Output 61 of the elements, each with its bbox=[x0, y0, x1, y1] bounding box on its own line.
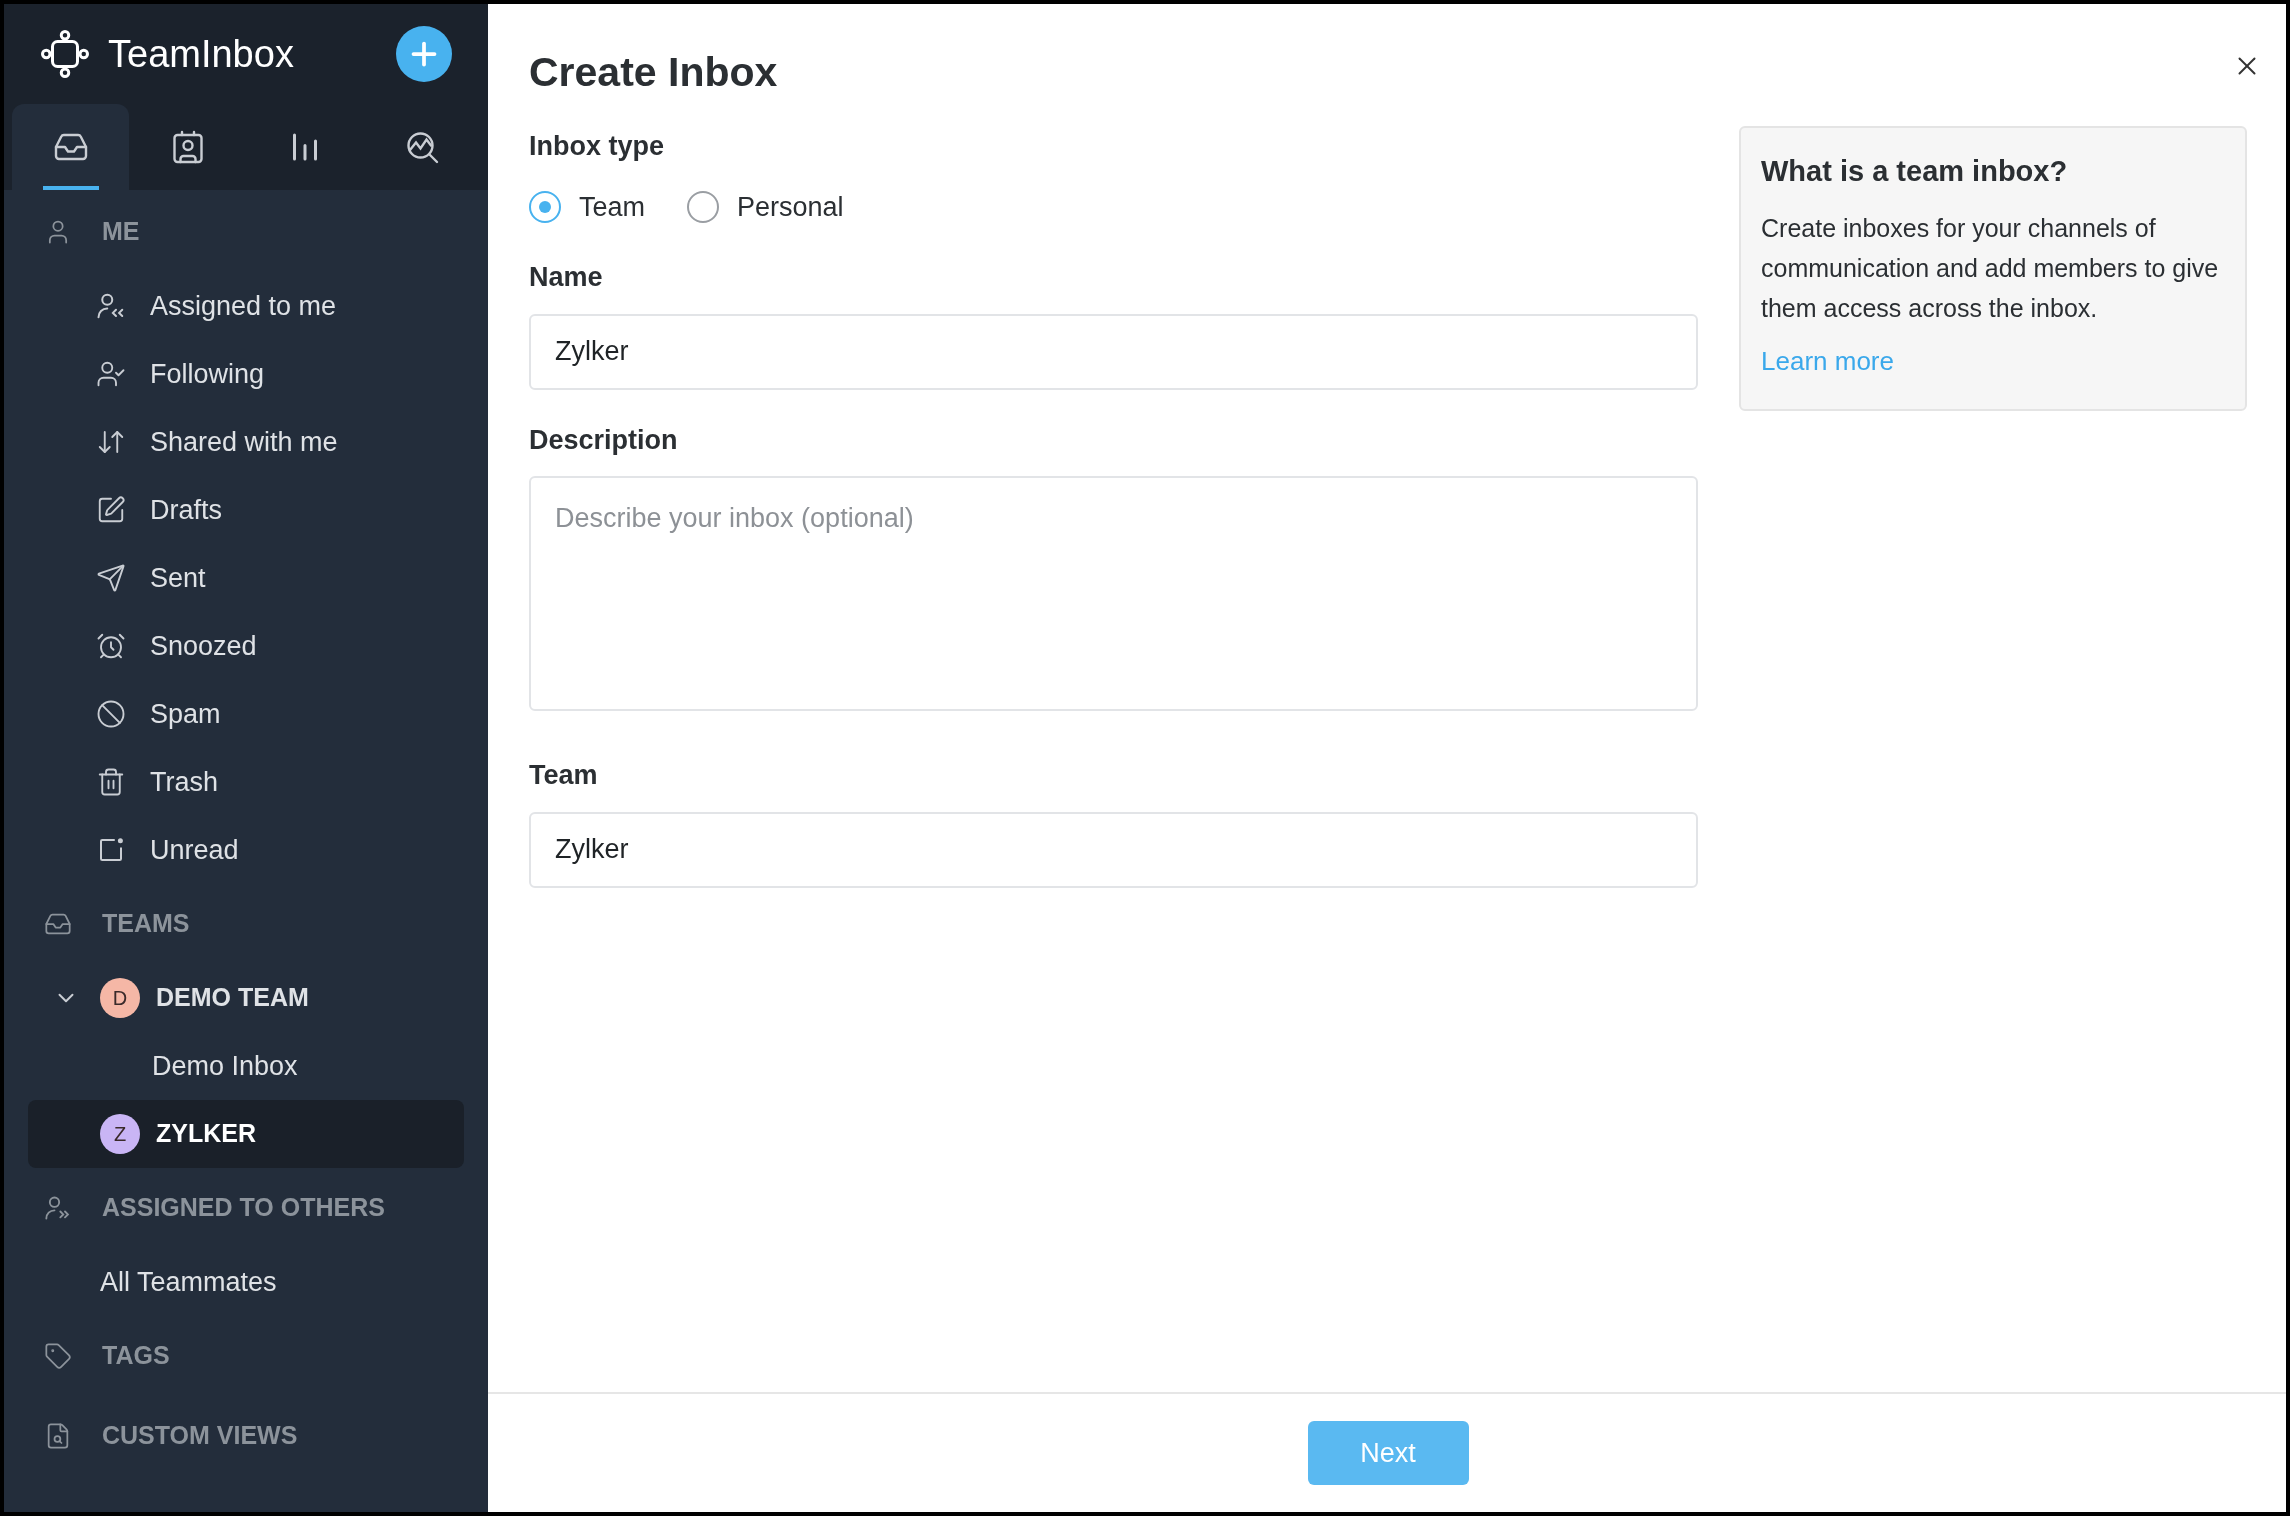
sidebar-item[interactable]: Trash bbox=[28, 748, 464, 816]
sidebar-item[interactable]: Assigned to me bbox=[28, 272, 464, 340]
input-field[interactable]: Zylker bbox=[529, 313, 1698, 390]
field-label: Name bbox=[529, 261, 604, 294]
item-label: Trash bbox=[150, 765, 218, 799]
ban-icon bbox=[96, 699, 126, 729]
team-name: ZYLKER bbox=[156, 1118, 256, 1150]
user-forward-icon bbox=[44, 1194, 72, 1222]
description-field[interactable]: Describe your inbox (optional) bbox=[529, 476, 1698, 711]
sidebar-item[interactable]: All Teammates bbox=[28, 1248, 464, 1316]
sidebar-item[interactable]: Sent bbox=[28, 544, 464, 612]
item-label: Drafts bbox=[150, 493, 222, 527]
item-label: All Teammates bbox=[100, 1265, 277, 1299]
radio-button[interactable] bbox=[687, 190, 720, 223]
nav-tab[interactable] bbox=[12, 104, 129, 190]
sidebar-item[interactable]: Unread bbox=[28, 816, 464, 884]
user-check-icon bbox=[96, 359, 126, 389]
sidebar-item[interactable]: Drafts bbox=[28, 476, 464, 544]
sidebar-item[interactable]: Z ZYLKER bbox=[28, 1100, 464, 1168]
tag-icon bbox=[44, 1342, 72, 1370]
item-label: Spam bbox=[150, 697, 221, 731]
logo-icon bbox=[40, 29, 90, 79]
radio-label: Team bbox=[579, 190, 646, 224]
item-label: Sent bbox=[150, 561, 206, 595]
sidebar-item[interactable]: Snoozed bbox=[28, 612, 464, 680]
item-label: Assigned to me bbox=[150, 289, 337, 323]
team-avatar: Z bbox=[100, 1114, 140, 1154]
team-name: DEMO TEAM bbox=[156, 982, 309, 1014]
sidebar-item[interactable]: Spam bbox=[28, 680, 464, 748]
sidebar-item[interactable]: Following bbox=[28, 340, 464, 408]
app-title: TeamInbox bbox=[108, 31, 295, 77]
paper-plane-icon bbox=[96, 563, 126, 593]
sidebar-item[interactable]: D DEMO TEAM bbox=[28, 964, 464, 1032]
section-heading: ME bbox=[102, 216, 140, 248]
alarm-clock-icon bbox=[96, 631, 126, 661]
item-label: Snoozed bbox=[150, 629, 257, 663]
radio-button[interactable] bbox=[529, 190, 561, 223]
input-field[interactable]: Zylker bbox=[529, 811, 1698, 888]
section-heading: CUSTOM VIEWS bbox=[102, 1420, 298, 1452]
item-label: Following bbox=[150, 357, 265, 391]
section-heading: TAGS bbox=[102, 1340, 170, 1372]
item-label: Shared with me bbox=[150, 425, 338, 459]
field-label: Inbox type bbox=[529, 130, 665, 163]
user-assign-icon bbox=[96, 291, 126, 321]
dialog-title: Create Inbox bbox=[529, 48, 778, 97]
sidebar-item[interactable]: Demo Inbox bbox=[28, 1032, 464, 1100]
pencil-square-icon bbox=[96, 495, 126, 525]
item-label: Unread bbox=[150, 833, 239, 867]
section-heading: ASSIGNED TO OTHERS bbox=[102, 1192, 385, 1224]
add-button[interactable] bbox=[396, 26, 452, 82]
trash-icon bbox=[96, 767, 126, 797]
info-text: Create inboxes for your channels of communication and add members to give them access across the inbox. bbox=[1761, 212, 2220, 324]
team-avatar: D bbox=[100, 978, 140, 1018]
active-tab-underline bbox=[42, 186, 99, 190]
info-title: What is a team inbox? bbox=[1761, 154, 2069, 189]
section-heading: TEAMS bbox=[102, 908, 190, 940]
field-label: Description bbox=[529, 423, 679, 457]
item-label: Demo Inbox bbox=[152, 1049, 298, 1083]
radio-label: Personal bbox=[737, 190, 844, 224]
sidebar-item[interactable]: Shared with me bbox=[28, 408, 464, 476]
field-label: Team bbox=[529, 759, 599, 792]
